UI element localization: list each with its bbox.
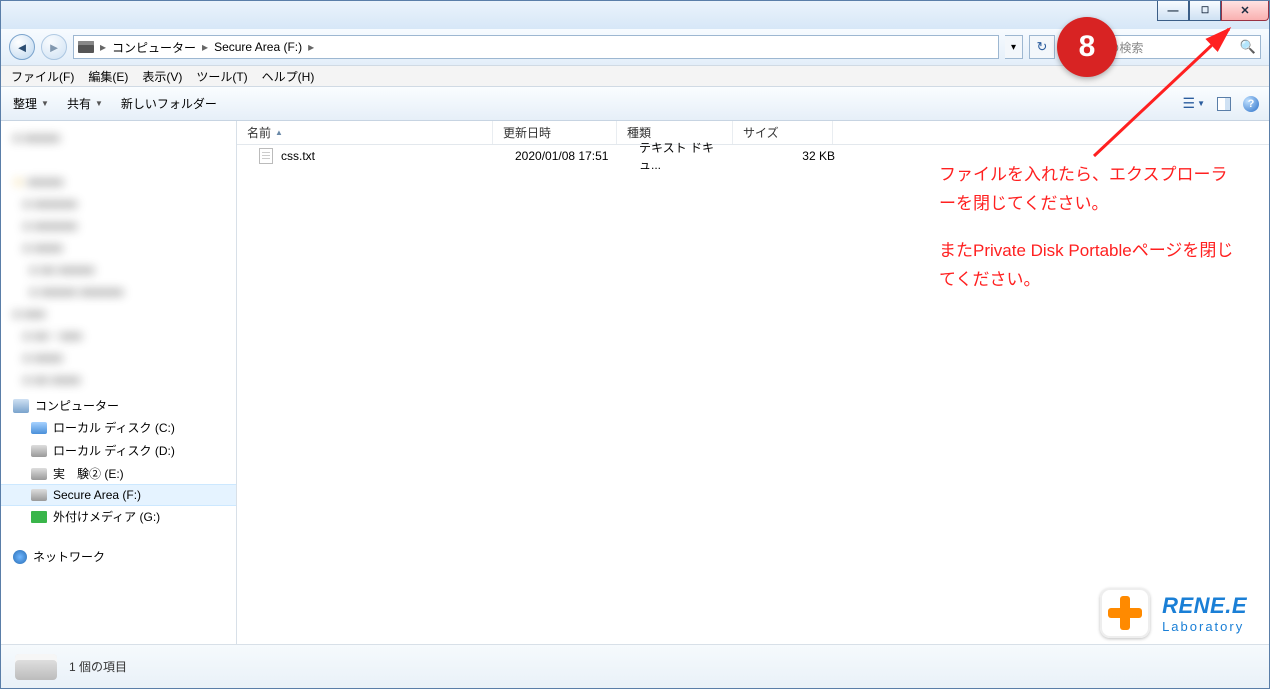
brand-name: RENE.E bbox=[1162, 593, 1247, 619]
sidebar-drive-item[interactable]: 外付けメディア (G:) bbox=[1, 505, 236, 528]
computer-icon bbox=[13, 399, 29, 413]
drive-icon bbox=[31, 511, 47, 523]
refresh-button[interactable]: ↻ bbox=[1029, 35, 1055, 59]
annotation-text: ファイルを入れたら、エクスプローラーを閉じてください。 またPrivate Di… bbox=[939, 161, 1239, 295]
chevron-right-icon: ▸ bbox=[98, 40, 108, 54]
sidebar-drive-item[interactable]: Secure Area (F:) bbox=[1, 485, 236, 505]
col-size[interactable]: サイズ bbox=[733, 121, 833, 144]
col-date-label: 更新日時 bbox=[503, 124, 551, 141]
annotation-line1: ファイルを入れたら、エクスプローラーを閉じてください。 bbox=[939, 161, 1239, 219]
view-mode-button[interactable]: ☰ ▼ bbox=[1183, 95, 1205, 112]
brand-sub: Laboratory bbox=[1162, 619, 1247, 634]
file-name: css.txt bbox=[281, 149, 315, 163]
drive-icon bbox=[31, 445, 47, 457]
drive-icon bbox=[31, 422, 47, 434]
breadcrumb-current[interactable]: Secure Area (F:) bbox=[214, 40, 302, 54]
sidebar-network-label: ネットワーク bbox=[33, 548, 105, 565]
col-date[interactable]: 更新日時 bbox=[493, 121, 617, 144]
menu-edit[interactable]: 編集(E) bbox=[88, 68, 128, 85]
sidebar-drive-item[interactable]: ローカル ディスク (C:) bbox=[1, 416, 236, 439]
drive-label: Secure Area (F:) bbox=[53, 488, 141, 502]
col-name[interactable]: 名前 ▲ bbox=[237, 121, 493, 144]
help-button[interactable]: ? bbox=[1243, 96, 1259, 112]
drive-icon bbox=[31, 489, 47, 501]
chevron-right-icon: ▸ bbox=[200, 40, 210, 54]
file-type: テキスト ドキュ... bbox=[629, 139, 745, 173]
sidebar: ■ ■■■■■ ★ ■■■■■ ■ ■■■■■■ ■ ■■■■■■ ■ ■■■■… bbox=[1, 121, 237, 644]
menu-file[interactable]: ファイル(F) bbox=[11, 68, 74, 85]
address-bar[interactable]: ▸ コンピューター ▸ Secure Area (F:) ▸ bbox=[73, 35, 999, 59]
file-date: 2020/01/08 17:51 bbox=[505, 149, 629, 163]
file-size: 32 KB bbox=[745, 149, 845, 163]
status-bar: 1 個の項目 bbox=[1, 644, 1269, 688]
drive-label: 外付けメディア (G:) bbox=[53, 508, 160, 525]
preview-pane-button[interactable] bbox=[1217, 97, 1231, 111]
drive-icon bbox=[78, 41, 94, 53]
status-text: 1 個の項目 bbox=[69, 658, 127, 675]
menu-view[interactable]: 表示(V) bbox=[142, 68, 182, 85]
close-button[interactable] bbox=[1221, 1, 1269, 21]
col-name-label: 名前 bbox=[247, 124, 271, 141]
address-dropdown[interactable]: ▾ bbox=[1005, 35, 1023, 59]
sidebar-blurred-section: ■ ■■■■■ ★ ■■■■■ ■ ■■■■■■ ■ ■■■■■■ ■ ■■■■… bbox=[1, 127, 236, 391]
minimize-button[interactable] bbox=[1157, 1, 1189, 21]
drive-icon bbox=[31, 468, 47, 480]
new-folder-label: 新しいフォルダー bbox=[121, 95, 217, 112]
share-button[interactable]: 共有▼ bbox=[67, 95, 103, 112]
organize-button[interactable]: 整理▼ bbox=[13, 95, 49, 112]
drive-label: ローカル ディスク (C:) bbox=[53, 419, 175, 436]
sidebar-computer[interactable]: コンピューター bbox=[1, 391, 236, 416]
file-icon bbox=[259, 148, 273, 164]
annotation-line2: またPrivate Disk Portableページを閉じてください。 bbox=[939, 237, 1239, 295]
sidebar-drive-item[interactable]: ローカル ディスク (D:) bbox=[1, 439, 236, 462]
share-label: 共有 bbox=[67, 95, 91, 112]
organize-label: 整理 bbox=[13, 95, 37, 112]
network-icon bbox=[13, 550, 27, 564]
sort-asc-icon: ▲ bbox=[275, 128, 283, 137]
menu-tools[interactable]: ツール(T) bbox=[196, 68, 247, 85]
sidebar-computer-label: コンピューター bbox=[35, 397, 119, 414]
maximize-button[interactable] bbox=[1189, 1, 1221, 21]
forward-button[interactable]: ► bbox=[41, 34, 67, 60]
col-size-label: サイズ bbox=[743, 124, 779, 141]
chevron-right-icon: ▸ bbox=[306, 40, 316, 54]
sidebar-drive-item[interactable]: 実 験② (E:) bbox=[1, 462, 236, 485]
new-folder-button[interactable]: 新しいフォルダー bbox=[121, 95, 217, 112]
search-icon: 🔍 bbox=[1240, 39, 1256, 55]
drive-label: 実 験② (E:) bbox=[53, 465, 124, 482]
sidebar-network[interactable]: ネットワーク bbox=[1, 542, 236, 567]
drive-label: ローカル ディスク (D:) bbox=[53, 442, 175, 459]
breadcrumb-root[interactable]: コンピューター bbox=[112, 39, 196, 56]
column-headers: 名前 ▲ 更新日時 種類 サイズ bbox=[237, 121, 1269, 145]
menu-help[interactable]: ヘルプ(H) bbox=[262, 68, 315, 85]
drive-icon bbox=[15, 654, 57, 680]
back-button[interactable]: ◄ bbox=[9, 34, 35, 60]
brand-logo: RENE.E Laboratory bbox=[1100, 588, 1247, 638]
annotation-step-badge: 8 bbox=[1057, 17, 1117, 77]
brand-logo-icon bbox=[1100, 588, 1150, 638]
toolbar: 整理▼ 共有▼ 新しいフォルダー ☰ ▼ ? bbox=[1, 87, 1269, 121]
